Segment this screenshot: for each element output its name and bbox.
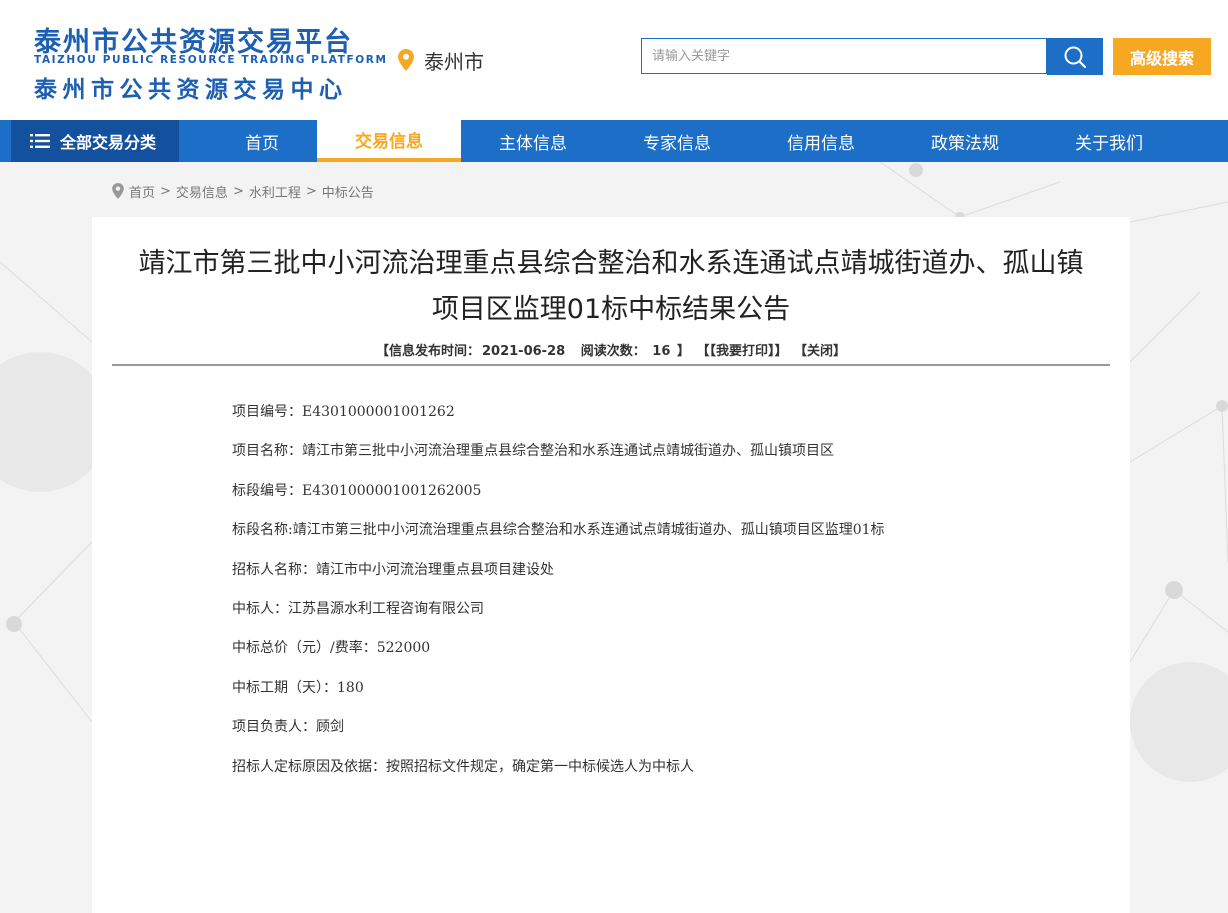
views-count: 16: [652, 344, 671, 359]
logo-title-en: TAIZHOU PUBLIC RESOURCE TRADING PLATFORM: [34, 54, 388, 66]
article-title: 靖江市第三批中小河流治理重点县综合整治和水系连通试点靖城街道办、孤山镇 项目区监…: [112, 241, 1110, 333]
views-label: 阅读次数：: [580, 344, 646, 359]
print-link[interactable]: 【【我要打印】】: [696, 344, 787, 359]
search-input[interactable]: [641, 38, 1047, 74]
field-winning-price: 中标总价（元）/费率：522000: [232, 640, 431, 657]
field-project-manager: 项目负责人：顾剑: [232, 719, 344, 736]
location-selector[interactable]: 泰州市: [398, 46, 484, 74]
location-label: 泰州市: [424, 49, 484, 74]
breadcrumb-separator: >: [232, 183, 244, 199]
nav-item-policy[interactable]: 政策法规: [893, 120, 1037, 162]
field-award-reason: 招标人定标原因及依据：按照招标文件规定，确定第一中标候选人为中标人: [232, 758, 694, 775]
nav-item-trading-info[interactable]: 交易信息: [317, 120, 461, 162]
field-section-name: 标段名称:靖江市第三批中小河流治理重点县综合整治和水系连通试点靖城街道办、孤山镇…: [232, 522, 885, 539]
nav-item-entity-info[interactable]: 主体信息: [461, 120, 605, 162]
breadcrumb-award-notice[interactable]: 中标公告: [322, 182, 374, 201]
site-header: 泰州市公共资源交易平台 TAIZHOU PUBLIC RESOURCE TRAD…: [0, 0, 1228, 120]
search-button[interactable]: [1047, 38, 1103, 75]
location-pin-icon: [398, 49, 414, 71]
nav-item-home[interactable]: 首页: [190, 120, 334, 162]
field-tenderer-name: 招标人名称：靖江市中小河流治理重点县项目建设处: [232, 561, 554, 578]
close-link[interactable]: 【关闭】: [794, 344, 846, 359]
title-divider: [112, 364, 1110, 366]
advanced-search-button[interactable]: 高级搜索: [1113, 38, 1211, 75]
nav-item-expert-info[interactable]: 专家信息: [605, 120, 749, 162]
nav-item-about[interactable]: 关于我们: [1037, 120, 1181, 162]
all-categories-button[interactable]: 全部交易分类: [11, 120, 179, 162]
breadcrumb-separator: >: [160, 183, 171, 199]
breadcrumb-separator: >: [305, 183, 317, 199]
breadcrumb-home[interactable]: 首页: [129, 182, 155, 201]
location-pin-icon: [112, 183, 124, 199]
all-categories-label: 全部交易分类: [60, 133, 157, 152]
field-duration: 中标工期（天）：180: [232, 679, 364, 696]
field-section-number: 标段编号：E4301000001001262005: [232, 482, 482, 499]
field-project-name: 项目名称：靖江市第三批中小河流治理重点县综合整治和水系连通试点靖城街道办、孤山镇…: [232, 443, 834, 460]
breadcrumb-trading-info[interactable]: 交易信息: [176, 182, 228, 201]
publish-time-label: 【信息发布时间：: [375, 344, 480, 359]
article-content: 项目编号：E4301000001001262 项目名称：靖江市第三批中小河流治理…: [232, 401, 1092, 795]
menu-icon: [30, 134, 50, 148]
logo-subtitle-cn: 泰州市公共资源交易中心: [34, 77, 348, 103]
article-title-line-1: 靖江市第三批中小河流治理重点县综合整治和水系连通试点靖城街道办、孤山镇: [138, 248, 1084, 279]
article-card: 靖江市第三批中小河流治理重点县综合整治和水系连通试点靖城街道办、孤山镇 项目区监…: [92, 217, 1130, 913]
field-project-number: 项目编号：E4301000001001262: [232, 404, 455, 420]
publish-date: 2021-06-28: [482, 344, 566, 359]
breadcrumb-water-engineering[interactable]: 水利工程: [249, 182, 301, 201]
article-title-line-2: 项目区监理01标中标结果公告: [431, 294, 791, 325]
breadcrumb: 首页 > 交易信息 > 水利工程 > 中标公告: [112, 181, 374, 201]
main-nav: 全部交易分类 首页 交易信息 主体信息 专家信息 信用信息 政策法规 关于我们: [0, 120, 1228, 162]
article-meta: 【信息发布时间： 2021-06-28 阅读次数： 16 】 【【我要打印】】 【…: [112, 340, 1110, 359]
field-winning-bidder: 中标人：江苏昌源水利工程咨询有限公司: [232, 600, 484, 617]
search-icon: [1064, 46, 1087, 68]
nav-item-credit-info[interactable]: 信用信息: [749, 120, 893, 162]
meta-close-bracket: 】: [676, 344, 690, 359]
